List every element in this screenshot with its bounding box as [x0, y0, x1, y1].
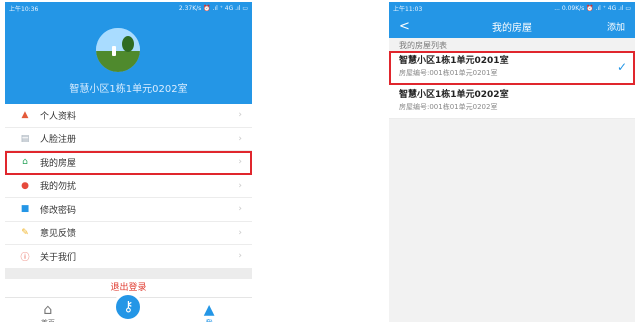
- menu-item-feedback[interactable]: ✎ 意见反馈 ›: [5, 222, 252, 245]
- info-icon: ⓘ: [20, 252, 30, 263]
- section-title: 我的房屋列表: [389, 38, 635, 51]
- status-time: 上午10:36: [9, 5, 39, 13]
- menu-label: 人脸注册: [40, 135, 77, 146]
- menu-label: 意见反馈: [40, 229, 77, 240]
- chevron-right-icon: ›: [238, 110, 242, 121]
- house-icon: ⌂: [22, 157, 28, 168]
- avatar[interactable]: [96, 28, 140, 72]
- back-button[interactable]: <: [399, 19, 429, 34]
- status-bar: 上午11:03 ... 0.09K/s ⏰ .ıl ⁺ 4G .ıl ▭: [389, 2, 635, 14]
- spacer: [5, 268, 252, 279]
- chevron-right-icon: ›: [238, 251, 242, 262]
- profile-header: 智慧小区1栋1单元0202室: [5, 14, 252, 95]
- key-unlock-button[interactable]: ⚷: [113, 291, 144, 322]
- menu-label: 个人资料: [40, 111, 77, 122]
- house-name: 智慧小区1栋1单元0201室: [399, 56, 509, 66]
- menu-item-face-register[interactable]: ▤ 人脸注册 ›: [5, 128, 252, 151]
- menu-item-about-us[interactable]: ⓘ 关于我们 ›: [5, 245, 252, 269]
- profile-name: 智慧小区1栋1单元0202室: [69, 84, 188, 95]
- tab-home[interactable]: ⌂ 首页: [28, 302, 68, 323]
- nav-bar: < 我的房屋 添加: [389, 14, 635, 38]
- phone-my-house-screen: 上午11:03 ... 0.09K/s ⏰ .ıl ⁺ 4G .ıl ▭ < 我…: [389, 2, 635, 322]
- page-title: 我的房屋: [492, 22, 532, 34]
- status-time: 上午11:03: [393, 5, 423, 13]
- menu-item-my-house[interactable]: ⌂ 我的房屋 ›: [5, 151, 252, 175]
- chevron-right-icon: ›: [238, 157, 242, 168]
- house-code: 房屋编号:001栋01单元0202室: [399, 103, 498, 111]
- chevron-right-icon: ›: [238, 204, 242, 215]
- menu-label: 我的房屋: [40, 158, 77, 169]
- key-icon: ⚷: [123, 298, 134, 315]
- house-item-0201[interactable]: 智慧小区1栋1单元0201室 房屋编号:001栋01单元0201室 ✓: [389, 51, 635, 85]
- house-item-0202[interactable]: 智慧小区1栋1单元0202室 房屋编号:001栋01单元0202室: [389, 85, 635, 119]
- house-name: 智慧小区1栋1单元0202室: [399, 90, 509, 100]
- phone-profile-screen: 上午10:36 2.37K/s ⏰ .ıl ⁺ 4G .ıl ▭ 智慧小区1栋1…: [5, 2, 252, 322]
- menu-label: 我的勿扰: [40, 182, 77, 193]
- menu-label: 关于我们: [40, 252, 77, 263]
- face-register-icon: ▤: [20, 133, 30, 144]
- edit-icon: ✎: [21, 227, 29, 238]
- menu-item-profile[interactable]: ▲ 个人资料 ›: [5, 104, 252, 128]
- lock-icon: ■: [20, 204, 30, 215]
- person-icon: ▲: [21, 110, 29, 121]
- menu-label: 修改密码: [40, 205, 77, 216]
- house-code: 房屋编号:001栋01单元0201室: [399, 69, 498, 77]
- add-house-button[interactable]: 添加: [595, 20, 625, 33]
- chevron-right-icon: ›: [238, 180, 242, 191]
- status-bar: 上午10:36 2.37K/s ⏰ .ıl ⁺ 4G .ıl ▭: [5, 2, 252, 14]
- tab-bar: ⌂ 首页 ⚷ ▲ 我: [5, 291, 252, 323]
- bell-icon: ●: [21, 180, 29, 191]
- tab-me[interactable]: ▲ 我: [189, 302, 229, 323]
- menu-list: ▲ 个人资料 › ▤ 人脸注册 › ⌂ 我的房屋 › ● 我的勿扰 › ■ 修改…: [5, 104, 252, 269]
- status-indicators: 2.37K/s ⏰ .ıl ⁺ 4G .ıl ▭: [178, 4, 248, 12]
- check-icon: ✓: [616, 60, 627, 74]
- chevron-right-icon: ›: [238, 133, 242, 144]
- status-indicators: ... 0.09K/s ⏰ .ıl ⁺ 4G .ıl ▭: [554, 4, 631, 12]
- tab-home-label: 首页: [41, 318, 55, 323]
- menu-item-change-password[interactable]: ■ 修改密码 ›: [5, 198, 252, 222]
- person-icon: ▲: [203, 301, 215, 318]
- home-icon: ⌂: [43, 301, 53, 318]
- tab-me-label: 我: [206, 318, 213, 323]
- menu-item-do-not-disturb[interactable]: ● 我的勿扰 ›: [5, 175, 252, 198]
- chevron-right-icon: ›: [238, 227, 242, 238]
